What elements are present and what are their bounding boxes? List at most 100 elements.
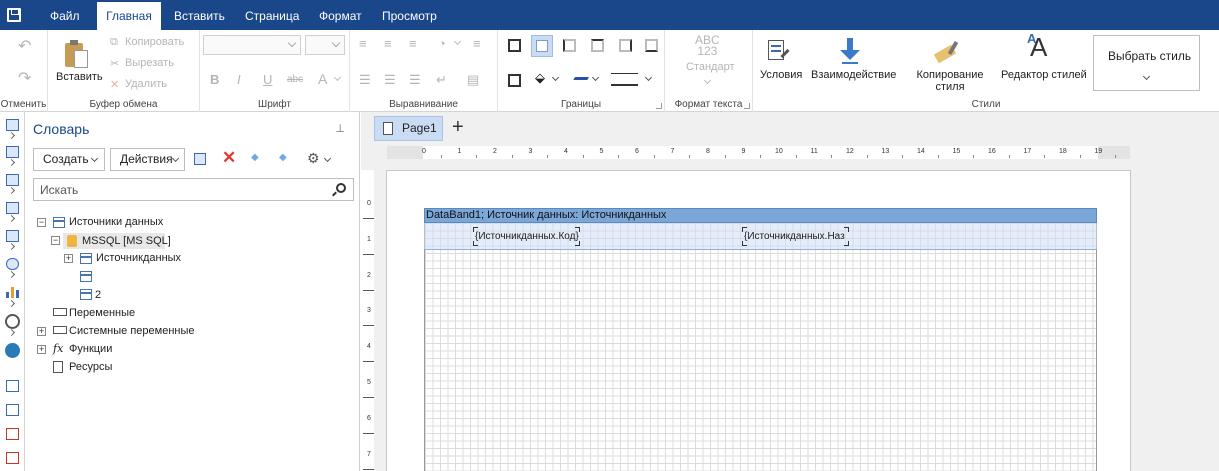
databand-header[interactable]: DataBand1; Источник данных: Источникданн… xyxy=(424,208,1097,223)
tab-format[interactable]: Формат xyxy=(319,0,362,30)
underline-button[interactable]: U xyxy=(263,72,272,87)
chevron-down-icon[interactable] xyxy=(453,37,462,46)
settings-gear-icon[interactable]: ⚙ xyxy=(307,150,320,167)
conditions-button[interactable]: Условия xyxy=(760,69,802,81)
align-justify-icon[interactable]: ≡ xyxy=(473,36,481,51)
tree-item-variables[interactable]: Переменные xyxy=(69,305,135,321)
tree-item-functions[interactable]: Функции xyxy=(69,341,112,357)
edit-icon[interactable] xyxy=(194,153,206,165)
barcode-icon[interactable] xyxy=(6,230,19,242)
chevron-right-icon[interactable] xyxy=(7,328,16,337)
chart-icon[interactable] xyxy=(6,286,19,298)
border-left-icon[interactable] xyxy=(563,39,576,52)
align-center-icon[interactable]: ≡ xyxy=(384,36,392,51)
delete-button[interactable]: Удалить xyxy=(125,78,167,90)
tab-home[interactable]: Главная xyxy=(97,0,161,30)
conditions-icon[interactable] xyxy=(768,40,790,62)
chevron-down-icon[interactable] xyxy=(703,76,712,85)
tree-item-table3[interactable]: 2 xyxy=(95,287,101,303)
chevron-down-icon[interactable] xyxy=(333,73,342,82)
cross-band-icon[interactable] xyxy=(6,202,19,214)
text-field-name[interactable]: {Источникданных.Наз xyxy=(742,227,849,246)
sub-report-icon[interactable] xyxy=(6,452,19,464)
expand-functions-icon[interactable]: + xyxy=(37,345,46,354)
text-format-dialog-launcher[interactable] xyxy=(744,103,750,109)
shapes-icon[interactable] xyxy=(6,258,19,270)
text-format-icon[interactable]: ▤ xyxy=(467,72,479,88)
rich-text-icon[interactable] xyxy=(6,404,19,416)
save-icon[interactable] xyxy=(7,8,21,22)
tree-item-data-sources[interactable]: Источники данных xyxy=(69,214,163,230)
border-right-icon[interactable] xyxy=(619,39,632,52)
copy-style-icon[interactable] xyxy=(933,39,963,65)
border-all-icon[interactable] xyxy=(508,39,521,52)
undo-icon[interactable]: ↶ xyxy=(18,36,31,56)
cut-button[interactable]: Вырезать xyxy=(125,57,174,69)
chevron-right-icon[interactable] xyxy=(7,158,16,167)
align-right-icon[interactable]: ≡ xyxy=(409,36,417,51)
collapse-connection-icon[interactable]: − xyxy=(51,236,60,245)
tab-page1[interactable]: Page1 xyxy=(374,116,443,141)
align-top-icon[interactable]: ☰ xyxy=(359,72,371,88)
tree-item-table1[interactable]: Источникданных xyxy=(96,250,181,266)
chevron-right-icon[interactable] xyxy=(7,186,16,195)
font-name-select[interactable] xyxy=(203,35,301,55)
border-top-icon[interactable] xyxy=(591,39,604,52)
paste-button[interactable]: Вставить xyxy=(56,71,103,83)
tab-insert[interactable]: Вставить xyxy=(174,0,225,30)
border-style-icon[interactable] xyxy=(508,74,521,87)
create-button[interactable]: Создать xyxy=(33,148,105,171)
align-middle-icon[interactable]: ☰ xyxy=(384,72,396,88)
interaction-icon[interactable] xyxy=(840,38,860,64)
copy-button[interactable]: Копировать xyxy=(125,36,184,48)
search-input[interactable]: Искать xyxy=(33,178,354,201)
expand-system-variables-icon[interactable]: + xyxy=(37,327,46,336)
chevron-right-icon[interactable] xyxy=(7,299,16,308)
word-wrap-icon[interactable]: ↵ xyxy=(436,72,447,88)
border-color-icon[interactable] xyxy=(573,74,591,80)
chevron-right-icon[interactable] xyxy=(7,131,16,140)
rotate-text-icon[interactable]: ◔ xyxy=(438,36,446,51)
text-format-sample-icon[interactable]: ABC 123 xyxy=(695,34,720,57)
chevron-right-icon[interactable] xyxy=(7,214,16,223)
chevron-down-icon[interactable] xyxy=(323,154,332,163)
gauge-icon[interactable] xyxy=(5,314,20,329)
text-field-code[interactable]: {Источникданных.Код} xyxy=(473,227,580,246)
tree-item-connection[interactable]: MSSQL [MS SQL] xyxy=(82,233,171,249)
tree-item-resources[interactable]: Ресурсы xyxy=(69,359,112,375)
expand-table-icon[interactable]: + xyxy=(64,254,73,263)
chevron-down-icon[interactable] xyxy=(591,73,600,82)
move-down-icon[interactable]: ◆ xyxy=(279,152,287,163)
tree-item-system-variables[interactable]: Системные переменные xyxy=(69,323,195,339)
chevron-down-icon[interactable] xyxy=(1142,72,1151,81)
header-band-icon[interactable] xyxy=(6,146,19,158)
border-none-button[interactable] xyxy=(531,35,553,57)
fill-color-icon[interactable]: ⬙ xyxy=(535,70,545,86)
image-icon[interactable] xyxy=(6,428,19,440)
pin-icon[interactable]: ⊥ xyxy=(335,122,345,135)
redo-icon[interactable]: ↷ xyxy=(18,68,31,88)
chevron-right-icon[interactable] xyxy=(7,270,16,279)
borders-dialog-launcher[interactable] xyxy=(656,103,662,109)
map-icon[interactable] xyxy=(5,343,20,358)
bold-button[interactable]: B xyxy=(210,72,219,87)
data-band-icon[interactable] xyxy=(6,174,19,186)
interaction-button[interactable]: Взаимодействие xyxy=(811,69,896,81)
text-icon[interactable] xyxy=(6,380,19,392)
tab-page[interactable]: Страница xyxy=(245,0,299,30)
border-bottom-icon[interactable] xyxy=(645,39,658,52)
chevron-right-icon[interactable] xyxy=(7,242,16,251)
text-format-standard[interactable]: Стандарт xyxy=(686,61,735,73)
chevron-down-icon[interactable] xyxy=(644,73,653,82)
italic-button[interactable]: I xyxy=(237,72,241,87)
page-header-band-icon[interactable] xyxy=(6,119,19,131)
move-up-icon[interactable]: ◆ xyxy=(251,152,259,163)
collapse-data-sources-icon[interactable]: − xyxy=(37,218,46,227)
font-size-select[interactable] xyxy=(305,35,345,55)
font-color-button[interactable]: A xyxy=(318,71,327,87)
strikethrough-button[interactable]: abc xyxy=(287,74,303,85)
style-editor-button[interactable]: Редактор стилей xyxy=(1001,69,1087,81)
choose-style-box[interactable]: Выбрать стиль xyxy=(1093,35,1200,91)
tab-preview[interactable]: Просмотр xyxy=(382,0,437,30)
border-width-icon[interactable] xyxy=(611,73,638,86)
